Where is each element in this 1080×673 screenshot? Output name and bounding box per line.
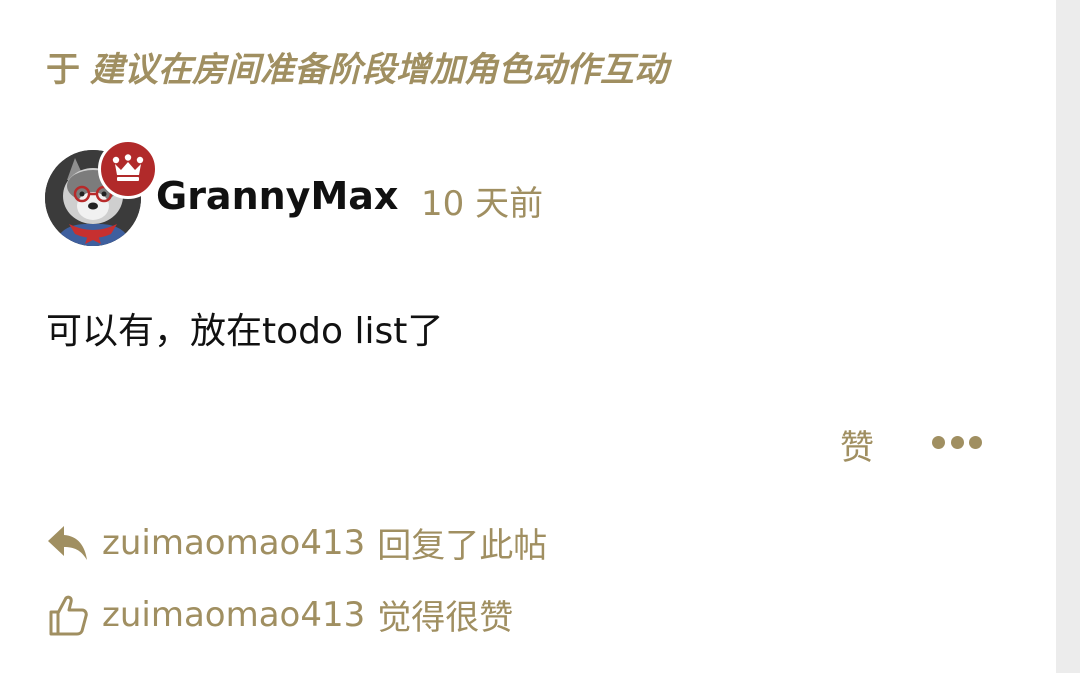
crown-icon xyxy=(112,154,144,181)
like-button[interactable]: 赞 xyxy=(840,420,874,469)
ellipsis-icon xyxy=(969,435,982,449)
post-timestamp[interactable]: 10 天前 xyxy=(421,176,543,225)
post-page: 于建议在房间准备阶段增加角色动作互动 GrannyMax 10 天前 可以有，放… xyxy=(0,0,1080,673)
activity-username[interactable]: zuimaomao413 xyxy=(102,595,365,635)
post-body: 可以有，放在todo list了 xyxy=(46,311,444,352)
activity-text: 觉得很赞 xyxy=(377,598,514,638)
more-actions-button[interactable] xyxy=(932,432,982,452)
moderator-badge xyxy=(98,139,158,199)
author-avatar-group[interactable] xyxy=(45,139,158,246)
ellipsis-icon xyxy=(950,435,964,449)
thumbs-up-icon xyxy=(46,593,90,637)
author-username[interactable]: GrannyMax xyxy=(156,174,398,218)
activity-reply-row: zuimaomao413 回复了此帖 xyxy=(46,518,547,567)
reply-arrow-icon xyxy=(46,521,90,565)
ellipsis-icon xyxy=(932,435,945,449)
scrollbar-gutter[interactable] xyxy=(1056,0,1080,673)
activity-like-row: zuimaomao413 觉得很赞 xyxy=(46,590,513,639)
topic-title-link[interactable]: 建议在房间准备阶段增加角色动作互动 xyxy=(90,50,668,90)
activity-text: 回复了此帖 xyxy=(377,526,548,566)
topic-prefix: 于 xyxy=(46,50,80,90)
topic-context: 于建议在房间准备阶段增加角色动作互动 xyxy=(46,42,668,91)
activity-username[interactable]: zuimaomao413 xyxy=(102,523,365,563)
